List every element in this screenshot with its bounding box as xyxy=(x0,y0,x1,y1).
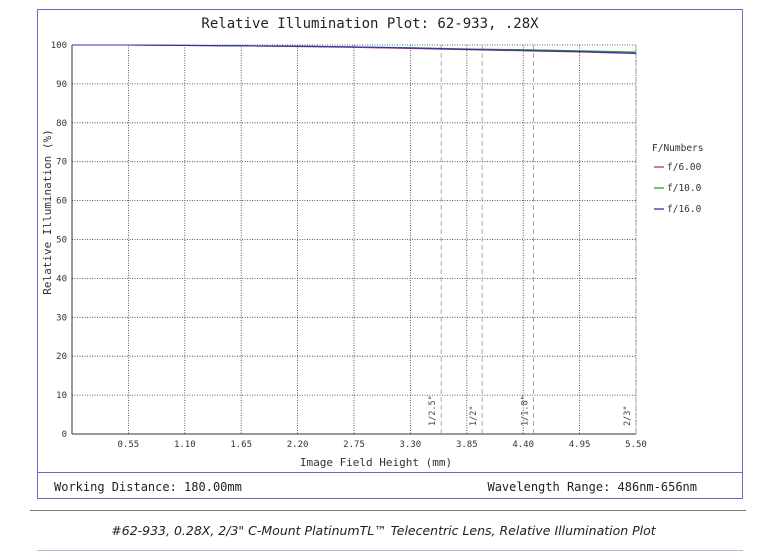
series-line xyxy=(72,44,637,55)
sensor-size-label: 1/1.8" xyxy=(520,395,530,426)
legend-entry: f/16.0 xyxy=(667,204,702,215)
y-tick-label: 40 xyxy=(56,274,67,284)
x-tick-label: 5.50 xyxy=(625,440,647,450)
relative-illumination-chart: Relative Illumination Plot: 62-933, .28X… xyxy=(41,16,703,469)
x-tick-label: 4.95 xyxy=(569,440,591,450)
y-tick-label: 0 xyxy=(62,430,67,440)
x-tick-label: 4.40 xyxy=(512,440,534,450)
y-tick-label: 70 xyxy=(56,158,67,168)
footer-rule xyxy=(37,550,743,551)
x-axis-title: Image Field Height (mm) xyxy=(300,456,452,469)
sensor-size-label: 1/2" xyxy=(469,406,479,426)
chart-title: Relative Illumination Plot: 62-933, .28X xyxy=(201,16,539,32)
grid-layer xyxy=(71,44,637,435)
y-tick-label: 100 xyxy=(51,41,67,51)
legend-title: F/Numbers xyxy=(652,143,703,154)
x-tick-label: 3.30 xyxy=(400,440,422,450)
wavelength-range-label: Wavelength Range: 486nm-656nm xyxy=(487,480,697,494)
legend-entry: f/10.0 xyxy=(667,183,702,194)
y-tick-label: 60 xyxy=(56,197,67,207)
x-tick-label: 1.65 xyxy=(230,440,252,450)
y-tick-label: 30 xyxy=(56,313,67,323)
legend-entry: f/6.00 xyxy=(667,162,702,173)
y-tick-label: 80 xyxy=(56,119,67,129)
x-tick-label: 3.85 xyxy=(456,440,478,450)
working-distance-label: Working Distance: 180.00mm xyxy=(54,480,242,494)
y-axis-title: Relative Illumination (%) xyxy=(41,129,54,295)
x-tick-label: 1.10 xyxy=(174,440,196,450)
y-tick-label: 90 xyxy=(56,80,67,90)
y-tick-label: 50 xyxy=(56,236,67,246)
y-tick-label: 20 xyxy=(56,352,67,362)
sensor-size-label: 2/3" xyxy=(623,406,633,426)
series-line xyxy=(72,44,637,54)
x-tick-label: 0.55 xyxy=(118,440,140,450)
legend: F/Numbers f/6.00 f/10.0 f/16.0 xyxy=(652,143,703,215)
figure-caption: #62-933, 0.28X, 2/3" C-Mount PlatinumTL™… xyxy=(111,523,656,538)
tick-labels: 0 10 20 30 40 50 60 70 80 90 100 0.55 1.10 1.65 2.20 2.… xyxy=(51,41,647,450)
x-tick-label: 2.20 xyxy=(287,440,309,450)
y-tick-label: 10 xyxy=(56,391,67,401)
series-layer xyxy=(72,44,637,55)
sensor-size-label: 1/2.5" xyxy=(428,395,438,426)
x-tick-label: 2.75 xyxy=(343,440,365,450)
caption-rule xyxy=(30,510,746,511)
